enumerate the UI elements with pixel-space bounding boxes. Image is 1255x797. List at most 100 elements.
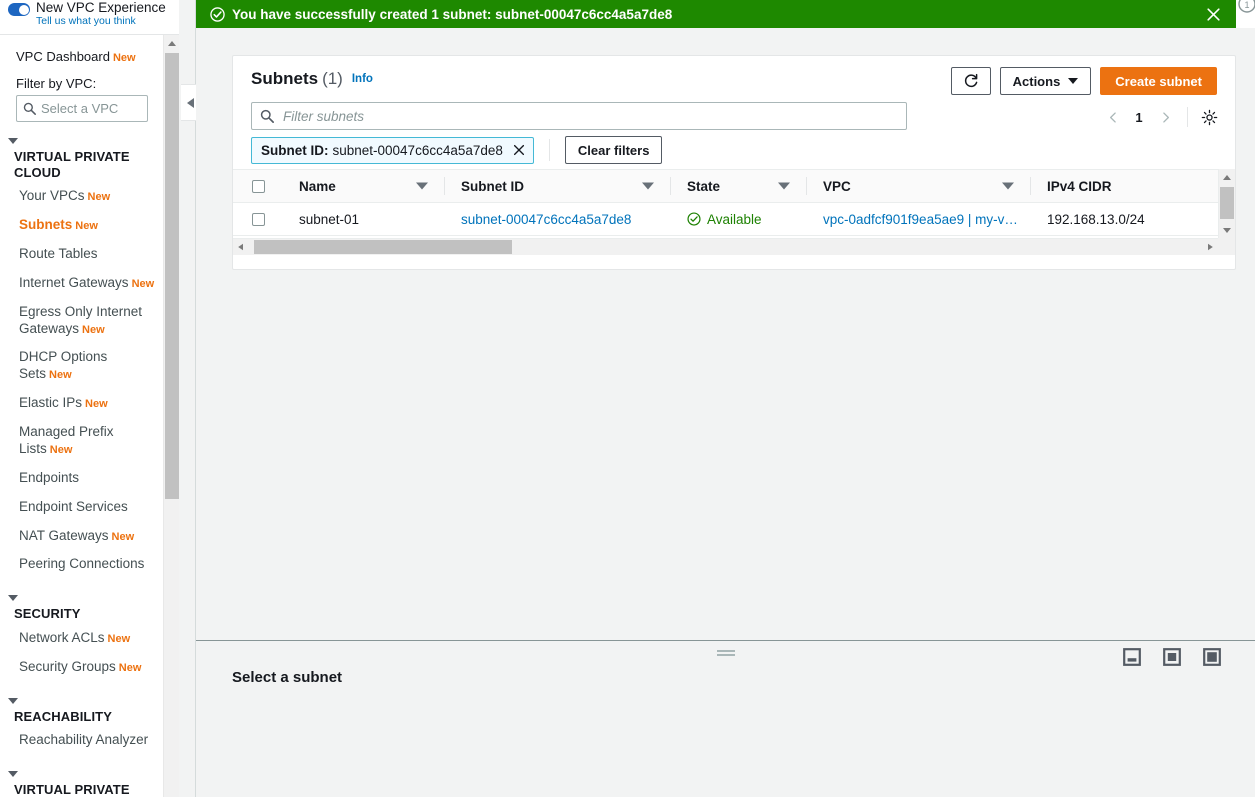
sidebar-item-vpc-dashboard[interactable]: VPC Dashboard New <box>0 47 162 66</box>
cell-subnet-id: subnet-00047c6cc4a5a7de8 <box>445 203 671 235</box>
filter-by-vpc-label: Filter by VPC: <box>16 76 97 91</box>
search-input-wrapper[interactable] <box>251 102 907 130</box>
new-experience-toggle[interactable] <box>8 3 30 16</box>
vpc-select-input[interactable]: Select a VPC <box>16 95 148 122</box>
sort-icon[interactable] <box>1002 182 1014 190</box>
chevron-up-icon <box>168 41 176 46</box>
search-row <box>251 102 907 130</box>
sidebar-item-elastic-ips[interactable]: Elastic IPs New <box>0 389 162 418</box>
new-experience-feedback-link[interactable]: Tell us what you think <box>36 16 166 27</box>
sidebar-item-network-acls[interactable]: Network ACLs New <box>0 624 162 653</box>
sort-icon[interactable] <box>778 182 790 190</box>
sidebar-item-internet-gateways[interactable]: Internet Gateways New <box>0 269 162 298</box>
table-horizontal-scrollbar[interactable] <box>233 238 1218 255</box>
horizontal-scroll-thumb[interactable] <box>254 240 512 254</box>
cell-name: subnet-01 <box>283 203 445 235</box>
sidebar-item-dhcp-options-sets[interactable]: DHCP Options Sets New <box>0 343 162 389</box>
sidebar-nav-scroll: VPC Dashboard New Filter by VPC: Select a… <box>0 35 162 797</box>
sidebar-item-label: Endpoints <box>19 469 80 485</box>
cell-vpc: vpc-0adfcf901f9ea5ae9 | my-v… <box>807 203 1031 235</box>
chevron-up-icon <box>1223 174 1231 180</box>
column-header-state[interactable]: State <box>671 170 807 202</box>
clear-filters-button[interactable]: Clear filters <box>564 136 663 164</box>
horizontal-scroll-track[interactable] <box>249 239 1202 255</box>
scroll-left-button[interactable] <box>233 239 249 255</box>
scroll-down-button[interactable] <box>1219 222 1235 238</box>
toggle-knob <box>18 4 29 15</box>
sidebar-group-toggle[interactable] <box>0 682 162 709</box>
column-header-vpc[interactable]: VPC <box>807 170 1031 202</box>
sidebar-item-your-vpcs[interactable]: Your VPCs New <box>0 182 162 211</box>
sidebar-item-endpoint-services[interactable]: Endpoint Services <box>0 493 162 522</box>
subnet-id-link[interactable]: subnet-00047c6cc4a5a7de8 <box>461 212 631 227</box>
vpc-select-placeholder: Select a VPC <box>41 101 119 116</box>
create-subnet-button[interactable]: Create subnet <box>1100 67 1217 95</box>
sidebar-scrollbar[interactable] <box>163 35 180 797</box>
select-all-cell <box>233 176 1236 263</box>
sidebar-item-nat-gateways[interactable]: NAT Gateways New <box>0 522 162 551</box>
sidebar-scroll-thumb[interactable] <box>165 53 179 499</box>
previous-page-button[interactable] <box>1100 104 1126 130</box>
sort-icon[interactable] <box>642 182 654 190</box>
vertical-scroll-thumb[interactable] <box>1220 187 1234 219</box>
chevron-down-icon <box>1223 227 1231 233</box>
search-input[interactable] <box>281 107 898 125</box>
row-checkbox[interactable] <box>251 212 265 226</box>
sidebar-scroll-up-button[interactable] <box>164 35 180 52</box>
sidebar-item-managed-prefix-lists[interactable]: Managed Prefix Lists New <box>0 418 162 464</box>
table-vertical-scrollbar[interactable] <box>1218 169 1235 238</box>
sidebar-group-toggle[interactable] <box>0 122 162 149</box>
sidebar-item-label: Egress Only Internet Gateways <box>19 303 143 336</box>
panel-bottom-icon[interactable] <box>1123 648 1141 666</box>
sidebar-item-egress-only-internet-gateways[interactable]: Egress Only Internet Gateways New <box>0 298 162 344</box>
sidebar-item-reachability-analyzer[interactable]: Reachability Analyzer <box>0 726 162 755</box>
sidebar-group-toggle[interactable] <box>0 579 162 606</box>
panel-side-icon[interactable] <box>1163 648 1181 666</box>
scroll-right-button[interactable] <box>1202 239 1218 255</box>
page-number-1[interactable]: 1 <box>1128 110 1150 125</box>
column-header-ipv4-cidr[interactable]: IPv4 CIDR <box>1031 170 1191 202</box>
sidebar-item-subnets[interactable]: Subnets New <box>0 211 162 240</box>
column-label: Name <box>299 178 336 194</box>
column-label: Subnet ID <box>461 178 524 194</box>
sidebar-group-title: REACHABILITY <box>14 708 112 724</box>
sidebar-item-endpoints[interactable]: Endpoints <box>0 464 162 493</box>
new-vpc-experience-banner[interactable]: New VPC Experience Tell us what you thin… <box>0 0 195 35</box>
column-header-subnet-id[interactable]: Subnet ID <box>445 170 671 202</box>
refresh-button[interactable] <box>950 67 991 95</box>
table-row[interactable]: subnet-01 subnet-00047c6cc4a5a7de8 Avail… <box>233 203 1235 236</box>
sidebar-item-route-tables[interactable]: Route Tables <box>0 240 162 269</box>
remove-filter-icon[interactable] <box>512 143 526 157</box>
sidebar-item-peering-connections[interactable]: Peering Connections <box>0 550 162 579</box>
cell-value: 192.168.13.0/24 <box>1047 211 1145 227</box>
column-header-name[interactable]: Name <box>283 170 445 202</box>
sidebar-item-label: Your VPCs <box>19 188 85 204</box>
next-page-button[interactable] <box>1152 104 1178 130</box>
chevron-down-icon <box>8 595 18 602</box>
new-badge: New <box>49 369 72 382</box>
column-label: State <box>687 178 721 194</box>
actions-dropdown-button[interactable]: Actions <box>999 67 1092 95</box>
sidebar-item-label: Endpoint Services <box>19 498 128 514</box>
new-badge: New <box>49 443 73 456</box>
preferences-button[interactable] <box>1197 105 1221 129</box>
filter-token-subnet-id[interactable]: Subnet ID: subnet-00047c6cc4a5a7de8 <box>251 136 534 164</box>
scroll-up-button[interactable] <box>1219 169 1235 185</box>
refresh-icon <box>964 73 977 88</box>
sidebar-group-toggle[interactable] <box>0 755 162 782</box>
chevron-down-icon <box>8 138 18 144</box>
chevron-down-icon <box>1068 78 1079 84</box>
select-all-checkbox[interactable] <box>251 179 265 193</box>
close-icon[interactable] <box>1205 6 1226 23</box>
info-link[interactable]: Info <box>352 73 373 85</box>
new-badge: New <box>131 277 155 290</box>
new-badge: New <box>75 220 98 233</box>
sidebar-item-security-groups[interactable]: Security Groups New <box>0 653 162 682</box>
panel-actions: Actions Create subnet <box>950 67 1217 95</box>
panel-full-icon[interactable] <box>1203 648 1221 666</box>
split-panel-resize-handle[interactable] <box>716 650 735 658</box>
vpc-link[interactable]: vpc-0adfcf901f9ea5ae9 | my-v… <box>823 212 1018 227</box>
help-icon[interactable]: 1 <box>1235 0 1255 20</box>
status-badge: Available <box>687 212 762 227</box>
sort-icon[interactable] <box>416 182 428 190</box>
